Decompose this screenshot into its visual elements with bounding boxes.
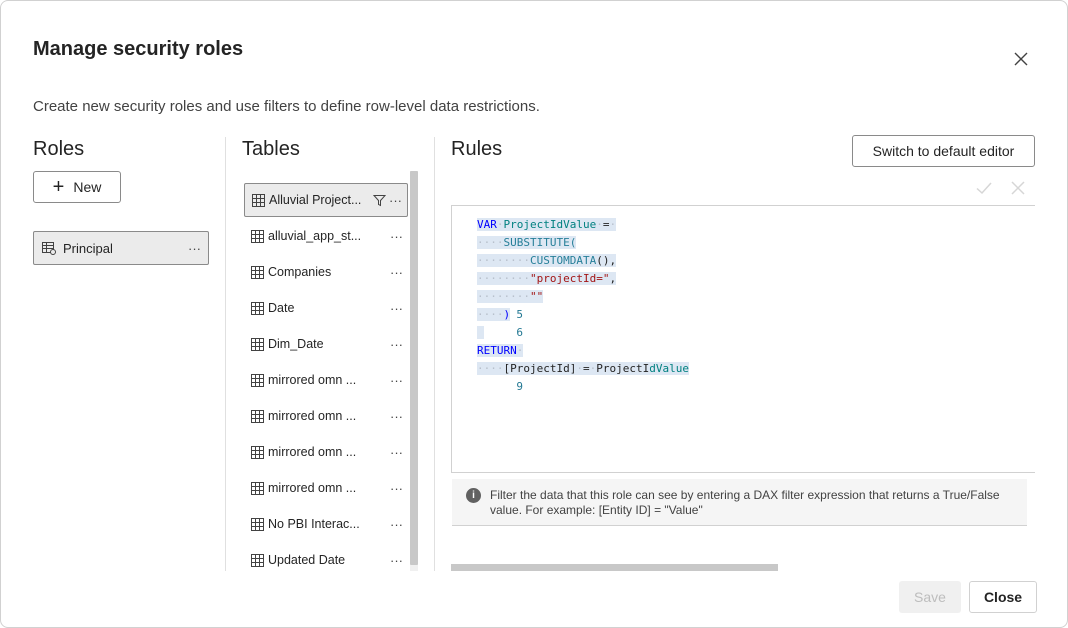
switch-to-default-editor-button[interactable]: Switch to default editor — [852, 135, 1035, 167]
code-area[interactable]: 1 VAR·ProjectIdValue·=· 2 ····SUBSTITUTE… — [452, 216, 689, 393]
discard-icon[interactable] — [1010, 180, 1026, 196]
table-more-options[interactable]: ··· — [390, 265, 403, 280]
table-item-label: alluvial_app_st... — [268, 229, 362, 243]
tables-scrollbar-thumb[interactable] — [410, 171, 418, 565]
table-icon — [251, 445, 264, 459]
table-item[interactable]: mirrored omn ... ··· — [244, 471, 408, 505]
table-more-options[interactable]: ··· — [390, 553, 403, 568]
table-icon — [251, 517, 264, 531]
info-message: i Filter the data that this role can see… — [452, 479, 1027, 526]
new-role-button[interactable]: + New — [33, 171, 121, 203]
table-item[interactable]: Date ··· — [244, 291, 408, 325]
rules-heading: Rules — [451, 138, 503, 160]
code-line: 2 ····SUBSTITUTE( — [452, 234, 577, 267]
code-token: SUBSTITUTE( — [503, 236, 577, 249]
code-token: = — [582, 362, 590, 375]
role-table-icon — [42, 242, 56, 255]
code-token: , — [609, 272, 617, 285]
dax-editor[interactable]: 1 VAR·ProjectIdValue·=· 2 ····SUBSTITUTE… — [451, 205, 1035, 473]
table-item-label: mirrored omn ... — [268, 409, 357, 423]
role-more-options[interactable]: ··· — [188, 241, 201, 256]
table-item-label: Alluvial Project... — [269, 193, 362, 207]
info-text: Filter the data that this role can see b… — [490, 488, 1000, 517]
table-icon — [252, 193, 265, 207]
table-item[interactable]: alluvial_app_st... ··· — [244, 219, 408, 253]
divider — [434, 137, 435, 571]
code-token: ProjectIdValue — [503, 218, 597, 231]
code-token: CUSTOMDATA — [529, 254, 597, 267]
table-item[interactable]: Dim_Date ··· — [244, 327, 408, 361]
table-item-label: No PBI Interac... — [268, 517, 360, 531]
editor-horizontal-scrollbar[interactable] — [451, 564, 778, 571]
table-item[interactable]: mirrored omn ... ··· — [244, 363, 408, 397]
dialog-title: Manage security roles — [33, 38, 244, 60]
code-line: 3 ········CUSTOMDATA(), — [452, 252, 617, 285]
table-item-label: mirrored omn ... — [268, 445, 357, 459]
table-more-options[interactable]: ··· — [389, 193, 402, 208]
code-token: (), — [596, 254, 617, 267]
code-line: 4 ········"projectId=", — [452, 270, 617, 303]
table-icon — [251, 229, 264, 243]
code-token: [ProjectId] — [503, 362, 577, 375]
table-more-options[interactable]: ··· — [390, 409, 403, 424]
table-item-label: Date — [268, 301, 295, 315]
code-token: VAR — [477, 218, 497, 231]
table-more-options[interactable]: ··· — [390, 301, 403, 316]
code-token: "projectId=" — [529, 272, 610, 285]
table-item[interactable]: Alluvial Project... ··· — [244, 183, 408, 217]
table-more-options[interactable]: ··· — [390, 373, 403, 388]
code-token: dValue — [649, 362, 689, 375]
table-item-label: Updated Date — [268, 553, 346, 567]
code-line: 6 ····) — [452, 306, 523, 339]
code-line: 5 ········"" — [452, 288, 544, 321]
dialog-subtitle: Create new security roles and use filter… — [33, 98, 540, 115]
manage-security-roles-dialog: Manage security roles Create new securit… — [0, 0, 1068, 628]
code-line: 9 ····[ProjectId]·=·ProjectIdValue — [452, 360, 689, 393]
code-token: RETURN — [477, 344, 517, 357]
table-item[interactable]: No PBI Interac... ··· — [244, 507, 408, 541]
table-icon — [251, 373, 264, 387]
table-item[interactable]: Updated Date ··· — [244, 543, 408, 577]
table-item-label: mirrored omn ... — [268, 481, 357, 495]
new-role-label: New — [73, 179, 102, 195]
table-icon — [251, 265, 264, 279]
save-button[interactable]: Save — [899, 581, 961, 613]
table-more-options[interactable]: ··· — [390, 481, 403, 496]
table-item-label: Companies — [268, 265, 332, 279]
table-icon — [251, 337, 264, 351]
table-item[interactable]: mirrored omn ... ··· — [244, 435, 408, 469]
table-icon — [251, 409, 264, 423]
code-line: 8 RETURN· — [452, 342, 524, 375]
role-item-label: Principal — [63, 240, 113, 256]
table-icon — [251, 301, 264, 315]
table-more-options[interactable]: ··· — [390, 337, 403, 352]
divider — [225, 137, 226, 571]
table-item[interactable]: mirrored omn ... ··· — [244, 399, 408, 433]
code-token: "" — [529, 290, 544, 303]
code-line: 1 VAR·ProjectIdValue·=· — [452, 216, 617, 249]
table-icon — [251, 481, 264, 495]
filter-icon[interactable] — [373, 194, 386, 207]
table-more-options[interactable]: ··· — [390, 517, 403, 532]
table-icon — [251, 553, 264, 567]
table-item-label: Dim_Date — [268, 337, 324, 351]
code-token: ProjectI — [596, 362, 650, 375]
table-more-options[interactable]: ··· — [390, 445, 403, 460]
table-item[interactable]: Companies ··· — [244, 255, 408, 289]
close-button[interactable]: Close — [969, 581, 1037, 613]
info-icon: i — [466, 488, 481, 503]
table-item-label: mirrored omn ... — [268, 373, 357, 387]
role-item-principal[interactable]: Principal ··· — [33, 231, 209, 265]
tables-heading: Tables — [242, 138, 300, 160]
check-icon[interactable] — [975, 179, 993, 197]
plus-icon: + — [52, 176, 65, 198]
code-token: ) — [503, 308, 511, 321]
line-number: 9 — [516, 380, 523, 393]
close-icon[interactable] — [1009, 47, 1033, 71]
roles-heading: Roles — [33, 138, 85, 160]
table-more-options[interactable]: ··· — [390, 229, 403, 244]
code-line: 7 — [452, 324, 523, 357]
